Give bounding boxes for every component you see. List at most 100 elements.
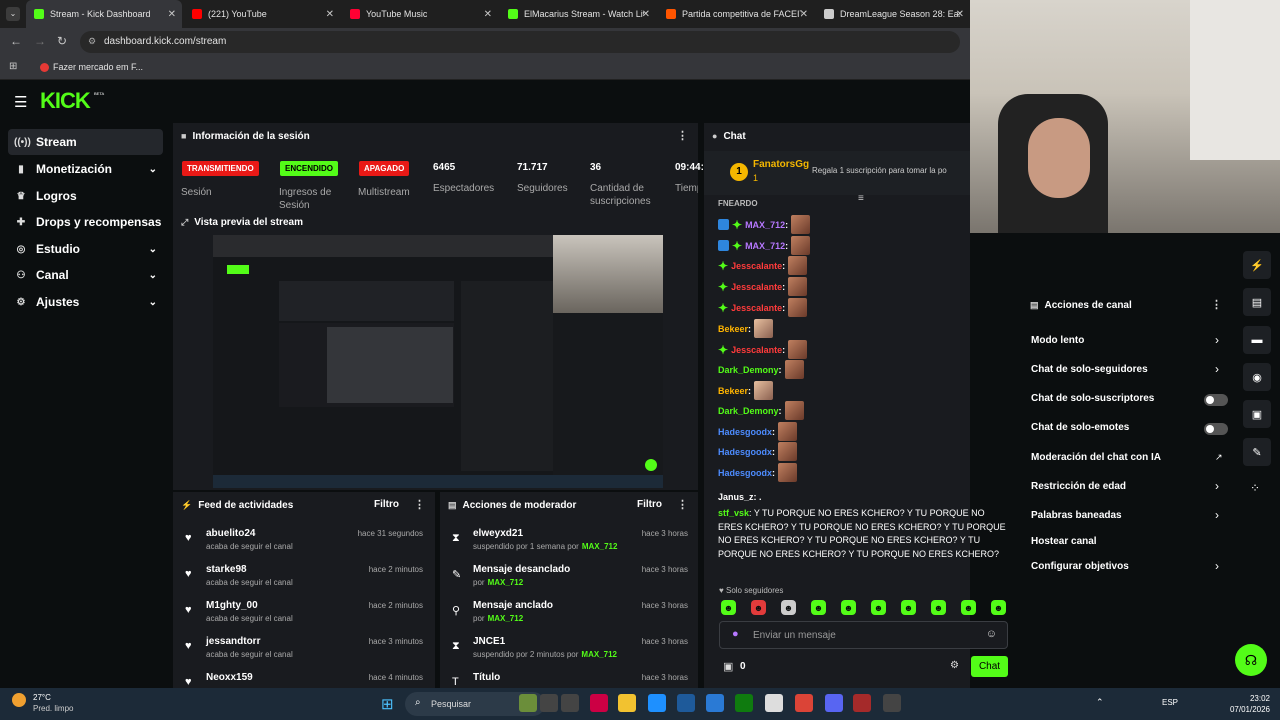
pinned-username[interactable]: FanatorsGg: [753, 159, 809, 170]
feed-item[interactable]: ♥ starke98 acaba de seguir el canal hace 2 …: [173, 560, 433, 596]
apps-grid-icon[interactable]: ⊞: [9, 61, 17, 72]
gift-sub-text[interactable]: Regala 1 suscripción para tomar la po: [812, 166, 947, 175]
weather-temp[interactable]: 27°C: [33, 693, 51, 702]
chat-settings-gear-icon[interactable]: ⚙: [950, 660, 959, 671]
close-tab-icon[interactable]: ✕: [484, 9, 492, 20]
tab-search-icon[interactable]: ⌄: [6, 7, 20, 21]
clock-time[interactable]: 23:02: [1222, 694, 1270, 703]
browser-tab[interactable]: Partida competitiva de FACEIT ✕: [658, 0, 814, 28]
taskbar-app-icon[interactable]: [590, 694, 608, 712]
feed-username[interactable]: Neoxx159: [206, 672, 253, 683]
chat-username[interactable]: MAX_712: [745, 220, 785, 230]
chat-action-icon[interactable]: ▬: [1243, 326, 1271, 354]
channel-action-moderaci-n-del-chat-con-ia[interactable]: Moderación del chat con IA: [1031, 452, 1161, 463]
emote-shortcut-icon[interactable]: ☻: [901, 600, 916, 615]
channel-action-configurar-objetivos[interactable]: Configurar objetivos: [1031, 561, 1129, 572]
kebab-menu-icon[interactable]: ⋮: [677, 129, 688, 142]
emote-shortcut-icon[interactable]: ☻: [871, 600, 886, 615]
chat-username[interactable]: stf_vsk: [718, 508, 749, 518]
hamburger-menu-icon[interactable]: ☰: [14, 93, 27, 111]
browser-tab[interactable]: (221) YouTube ✕: [184, 0, 340, 28]
kick-logo[interactable]: KICK: [40, 88, 91, 114]
taskbar-app-icon[interactable]: [795, 694, 813, 712]
chevron-down-icon[interactable]: ⌄: [149, 270, 157, 281]
chevron-down-icon[interactable]: ⌄: [149, 244, 157, 255]
channel-action-chat-de-solo-seguidores[interactable]: Chat de solo-seguidores: [1031, 364, 1148, 375]
external-link-icon[interactable]: ↗: [1215, 452, 1223, 463]
mod-action-item[interactable]: ⧗ elweyxd21 suspendido por 1 semana por MAX…: [440, 524, 698, 560]
microphone-icon[interactable]: ●: [732, 628, 739, 640]
keyboard-language[interactable]: ESP: [1162, 698, 1178, 707]
mod-filter-button[interactable]: Filtro: [637, 499, 662, 510]
mod-action-by[interactable]: MAX_712: [488, 578, 524, 587]
chat-username[interactable]: Jesscalante: [731, 345, 782, 355]
clipboard-action-icon[interactable]: ▤: [1243, 288, 1271, 316]
emote-shortcut-icon[interactable]: ☻: [781, 600, 796, 615]
support-headset-icon[interactable]: ☊: [1235, 644, 1267, 676]
channel-action-chat-de-solo-emotes[interactable]: Chat de solo-emotes: [1031, 422, 1129, 433]
channel-action-modo-lento[interactable]: Modo lento: [1031, 335, 1084, 346]
taskbar-app-icon[interactable]: [853, 694, 871, 712]
emote-shortcut-icon[interactable]: ☻: [931, 600, 946, 615]
pin-toggle-icon[interactable]: ≡: [858, 193, 864, 204]
mod-action-by[interactable]: MAX_712: [488, 614, 524, 623]
close-tab-icon[interactable]: ✕: [168, 9, 176, 20]
close-tab-icon[interactable]: ✕: [642, 9, 650, 20]
taskbar-app-icon[interactable]: [825, 694, 843, 712]
chevron-down-icon[interactable]: ⌄: [149, 297, 157, 308]
toggle-switch[interactable]: [1204, 394, 1228, 406]
chat-username[interactable]: Janus_z: [718, 492, 754, 502]
browser-tab[interactable]: DreamLeague Season 28: Easte ✕: [816, 0, 970, 28]
mod-action-title[interactable]: Mensaje desanclado: [473, 564, 570, 575]
taskbar-app-icon[interactable]: [765, 694, 783, 712]
feed-item[interactable]: ♥ M1ghty_00 acaba de seguir el canal hace 2…: [173, 596, 433, 632]
emoji-picker-icon[interactable]: ☺: [986, 628, 997, 640]
broadcast-action-icon[interactable]: ◉: [1243, 363, 1271, 391]
taskbar-app-icon[interactable]: [735, 694, 753, 712]
feed-username[interactable]: jessandtorr: [206, 636, 260, 647]
more-actions-icon[interactable]: ⁘: [1250, 481, 1260, 495]
sidebar-item-monetización[interactable]: ▮ Monetización ⌄: [8, 156, 163, 182]
kebab-menu-icon[interactable]: ⋮: [1211, 298, 1222, 311]
url-field[interactable]: ⚙ dashboard.kick.com/stream: [80, 31, 960, 53]
channel-action-chat-de-solo-suscriptores[interactable]: Chat de solo-suscriptores: [1031, 393, 1154, 404]
chat-username[interactable]: Hadesgoodx: [718, 447, 772, 457]
taskbar-app-icon[interactable]: [883, 694, 901, 712]
toggle-switch[interactable]: [1204, 423, 1228, 435]
chat-username[interactable]: Dark_Demony: [718, 406, 779, 416]
stream-preview-video[interactable]: [213, 235, 663, 488]
clock-date[interactable]: 07/01/2026: [1222, 705, 1270, 714]
chevron-right-icon[interactable]: ›: [1215, 362, 1219, 376]
feed-username[interactable]: starke98: [206, 564, 247, 575]
browser-tab[interactable]: Stream - Kick Dashboard ✕: [26, 0, 182, 28]
chevron-right-icon[interactable]: ›: [1215, 479, 1219, 493]
feed-item[interactable]: ♥ jessandtorr acaba de seguir el canal hace…: [173, 632, 433, 668]
feed-item[interactable]: ♥ abuelito24 acaba de seguir el canal hace …: [173, 524, 433, 560]
chat-send-button[interactable]: Chat: [971, 656, 1008, 677]
emote-shortcut-icon[interactable]: ☻: [811, 600, 826, 615]
chevron-down-icon[interactable]: ⌄: [149, 164, 157, 175]
emote-shortcut-icon[interactable]: ☻: [841, 600, 856, 615]
mod-action-title[interactable]: elweyxd21: [473, 528, 523, 539]
emote-shortcut-icon[interactable]: ☻: [961, 600, 976, 615]
sidebar-item-estudio[interactable]: ◎ Estudio ⌄: [8, 236, 163, 262]
mod-action-item[interactable]: ✎ Mensaje desanclado por MAX_712 hace 3 hora…: [440, 560, 698, 596]
site-info-icon[interactable]: ⚙: [88, 36, 96, 47]
chat-username[interactable]: Jesscalante: [731, 303, 782, 313]
chevron-right-icon[interactable]: ›: [1215, 508, 1219, 522]
mod-action-title[interactable]: Título: [473, 672, 500, 683]
taskbar-app-icon[interactable]: [706, 694, 724, 712]
mod-action-item[interactable]: ⚲ Mensaje anclado por MAX_712 hace 3 horas: [440, 596, 698, 632]
feed-filter-button[interactable]: Filtro: [374, 499, 399, 510]
mod-action-by[interactable]: MAX_712: [581, 650, 617, 659]
chat-username[interactable]: Bekeer: [718, 386, 748, 396]
mod-action-item[interactable]: ⧗ JNCE1 suspendido por 2 minutos por MAX_71…: [440, 632, 698, 668]
windows-start-icon[interactable]: ⊞: [381, 695, 394, 713]
chat-username[interactable]: Dark_Demony: [718, 365, 779, 375]
emote-shortcut-icon[interactable]: ☻: [991, 600, 1006, 615]
channel-action-palabras-baneadas[interactable]: Palabras baneadas: [1031, 510, 1122, 521]
taskbar-app-icon[interactable]: [519, 694, 537, 712]
chevron-right-icon[interactable]: ›: [1215, 559, 1219, 573]
chat-username[interactable]: Jesscalante: [731, 282, 782, 292]
chat-username[interactable]: Jesscalante: [731, 261, 782, 271]
